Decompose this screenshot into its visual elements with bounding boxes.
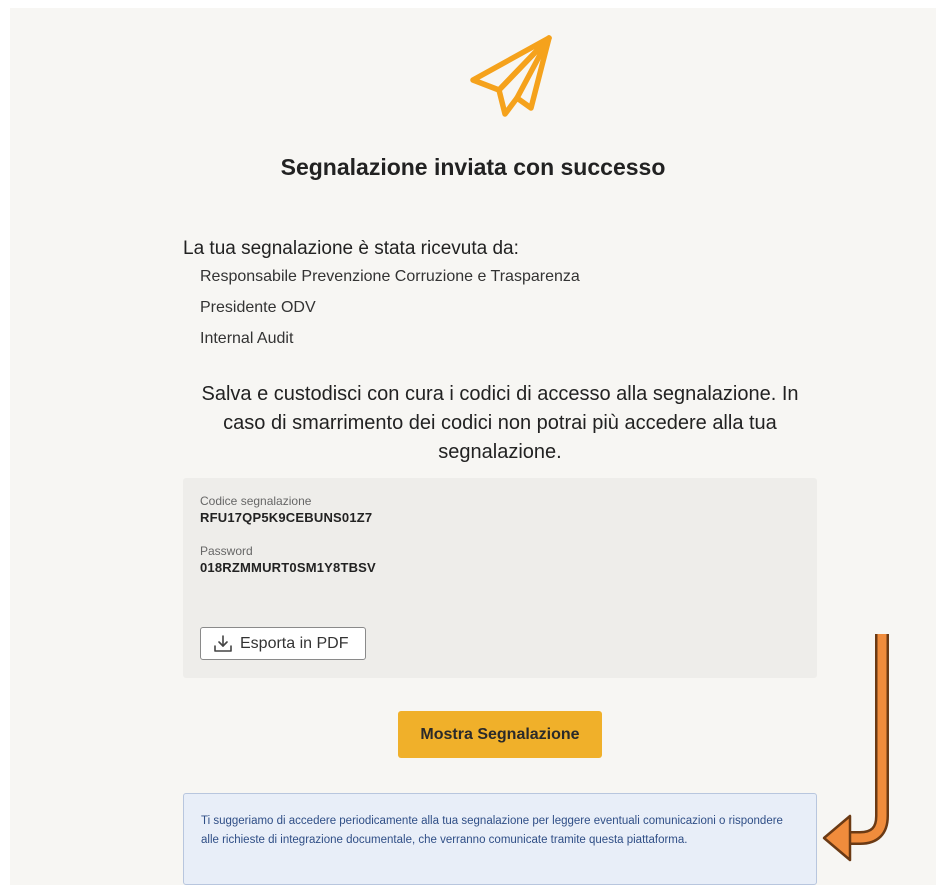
info-notice: Ti suggeriamo di accedere periodicamente… xyxy=(183,793,817,885)
info-notice-text: Ti suggeriamo di accedere periodicamente… xyxy=(201,815,783,846)
password-label: Password xyxy=(200,544,253,558)
report-code-label: Codice segnalazione xyxy=(200,494,312,508)
save-codes-warning: Salva e custodisci con cura i codici di … xyxy=(201,383,799,463)
show-report-button[interactable]: Mostra Segnalazione xyxy=(398,711,602,758)
page-title: Segnalazione inviata con successo xyxy=(280,154,666,180)
paper-plane-icon xyxy=(470,35,552,117)
download-icon xyxy=(214,634,232,652)
export-pdf-button[interactable]: Esporta in PDF xyxy=(200,627,366,660)
recipient-item: Presidente ODV xyxy=(200,299,316,316)
received-by-heading: La tua segnalazione è stata ricevuta da: xyxy=(183,238,519,259)
recipient-item: Responsabile Prevenzione Corruzione e Tr… xyxy=(200,268,580,285)
report-code-value: RFU17QP5K9CEBUNS01Z7 xyxy=(200,510,373,525)
password-value: 018RZMMURT0SM1Y8TBSV xyxy=(200,560,376,575)
annotation-arrow-icon xyxy=(822,634,889,862)
export-pdf-label: Esporta in PDF xyxy=(240,634,349,652)
page-container: Segnalazione inviata con successo La tua… xyxy=(10,8,936,885)
access-codes-panel: Codice segnalazione RFU17QP5K9CEBUNS01Z7… xyxy=(183,478,817,678)
recipient-item: Internal Audit xyxy=(200,330,294,347)
